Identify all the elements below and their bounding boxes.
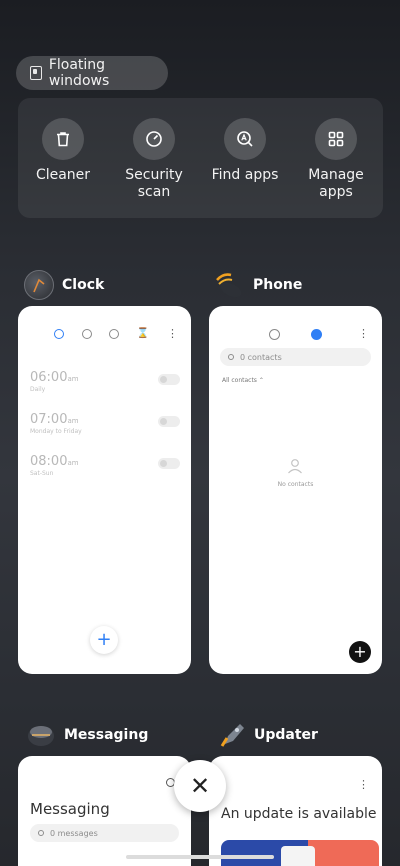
phone-app-header[interactable]: Phone	[215, 270, 302, 300]
alarm-repeat: Sat-Sun	[30, 470, 54, 477]
more-options-icon[interactable]: ⋮	[167, 328, 178, 339]
trash-icon	[42, 118, 84, 160]
updater-title: Updater	[254, 727, 318, 743]
search-icon	[228, 354, 234, 360]
messages-search-input[interactable]: 0 messages	[30, 824, 179, 842]
chevron-down-icon: ⌃	[258, 377, 264, 384]
banner-graphic	[281, 846, 315, 866]
gauge-icon	[133, 118, 175, 160]
alarm-time: 07:00	[30, 412, 68, 427]
messages-search-placeholder: 0 messages	[50, 828, 98, 838]
messaging-heading: Messaging	[30, 800, 110, 818]
contacts-search-input[interactable]: 0 contacts	[220, 348, 371, 366]
floating-window-icon	[30, 66, 42, 80]
alarm-ampm: am	[67, 375, 79, 383]
alarm-item[interactable]: 06:00am Daily	[30, 370, 180, 393]
cleaner-button[interactable]: Cleaner	[18, 118, 108, 184]
clock-app-icon	[24, 270, 54, 300]
alarm-tab-icon[interactable]	[54, 328, 64, 339]
search-icon	[38, 830, 44, 836]
messaging-app-header[interactable]: Messaging	[26, 720, 148, 750]
alarm-item[interactable]: 08:00am Sat-Sun	[30, 454, 180, 477]
clock-window-card[interactable]: ⌛ ⋮ 06:00am Daily 07:00am Monday to Frid…	[18, 306, 191, 674]
alarm-time: 08:00	[30, 454, 68, 469]
alarm-toggle[interactable]	[158, 458, 180, 469]
search-app-icon	[224, 118, 266, 160]
find-apps-label: Find apps	[211, 167, 279, 183]
alarm-item[interactable]: 07:00am Monday to Friday	[30, 412, 180, 435]
floating-windows-button[interactable]: Floating windows	[16, 56, 168, 90]
alarm-time: 06:00	[30, 370, 68, 385]
alarm-repeat: Daily	[30, 386, 46, 393]
alarm-toggle[interactable]	[158, 416, 180, 427]
quick-tools-panel: Cleaner Security scan Find apps Manage a…	[18, 98, 383, 218]
timer-tab-icon[interactable]: ⌛	[137, 328, 149, 339]
grid-icon	[315, 118, 357, 160]
alarm-repeat: Monday to Friday	[30, 428, 82, 435]
clock-app-header[interactable]: Clock	[24, 270, 104, 300]
update-available-heading: An update is available	[221, 806, 377, 822]
contacts-tab-icon[interactable]	[311, 329, 322, 340]
alarm-ampm: am	[67, 417, 79, 425]
clock-title: Clock	[62, 277, 105, 293]
floating-windows-label: Floating windows	[48, 57, 110, 89]
more-options-icon[interactable]: ⋮	[358, 328, 369, 339]
contacts-filter-label: All contacts	[222, 377, 257, 384]
messaging-title: Messaging	[64, 727, 149, 743]
alarm-toggle[interactable]	[158, 374, 180, 385]
alarm-ampm: am	[67, 459, 79, 467]
update-banner	[221, 840, 379, 866]
no-contacts-text: No contacts	[277, 481, 314, 488]
messaging-window-card[interactable]: Messaging 0 messages	[18, 756, 191, 866]
updater-window-card[interactable]: ⋮ An update is available	[209, 756, 382, 866]
phone-app-icon	[215, 270, 245, 300]
add-alarm-button[interactable]: +	[90, 626, 118, 654]
add-contact-button[interactable]: +	[349, 641, 371, 663]
world-clock-tab-icon[interactable]	[81, 328, 92, 339]
updater-app-header[interactable]: Updater	[216, 720, 318, 750]
contacts-search-placeholder: 0 contacts	[240, 352, 282, 362]
manage-apps-button[interactable]: Manage apps	[291, 118, 381, 201]
call-log-tab-icon[interactable]	[269, 329, 280, 340]
phone-title: Phone	[253, 277, 303, 293]
contacts-filter-dropdown[interactable]: All contacts ⌃	[222, 377, 264, 384]
clock-tabs: ⌛ ⋮	[54, 328, 178, 339]
more-options-icon[interactable]: ⋮	[358, 779, 369, 790]
close-all-button[interactable]: ✕	[174, 760, 226, 812]
updater-app-icon	[216, 720, 246, 750]
security-scan-button[interactable]: Security scan	[109, 118, 199, 201]
messaging-app-icon	[26, 720, 56, 750]
security-scan-label: Security scan	[125, 167, 183, 200]
person-icon	[288, 459, 302, 474]
phone-window-card[interactable]: ⋮ 0 contacts All contacts ⌃ No contacts …	[209, 306, 382, 674]
cleaner-label: Cleaner	[35, 167, 91, 183]
manage-apps-label: Manage apps	[308, 167, 364, 200]
stopwatch-tab-icon[interactable]	[109, 328, 120, 339]
find-apps-button[interactable]: Find apps	[200, 118, 290, 184]
home-indicator[interactable]	[126, 855, 274, 859]
